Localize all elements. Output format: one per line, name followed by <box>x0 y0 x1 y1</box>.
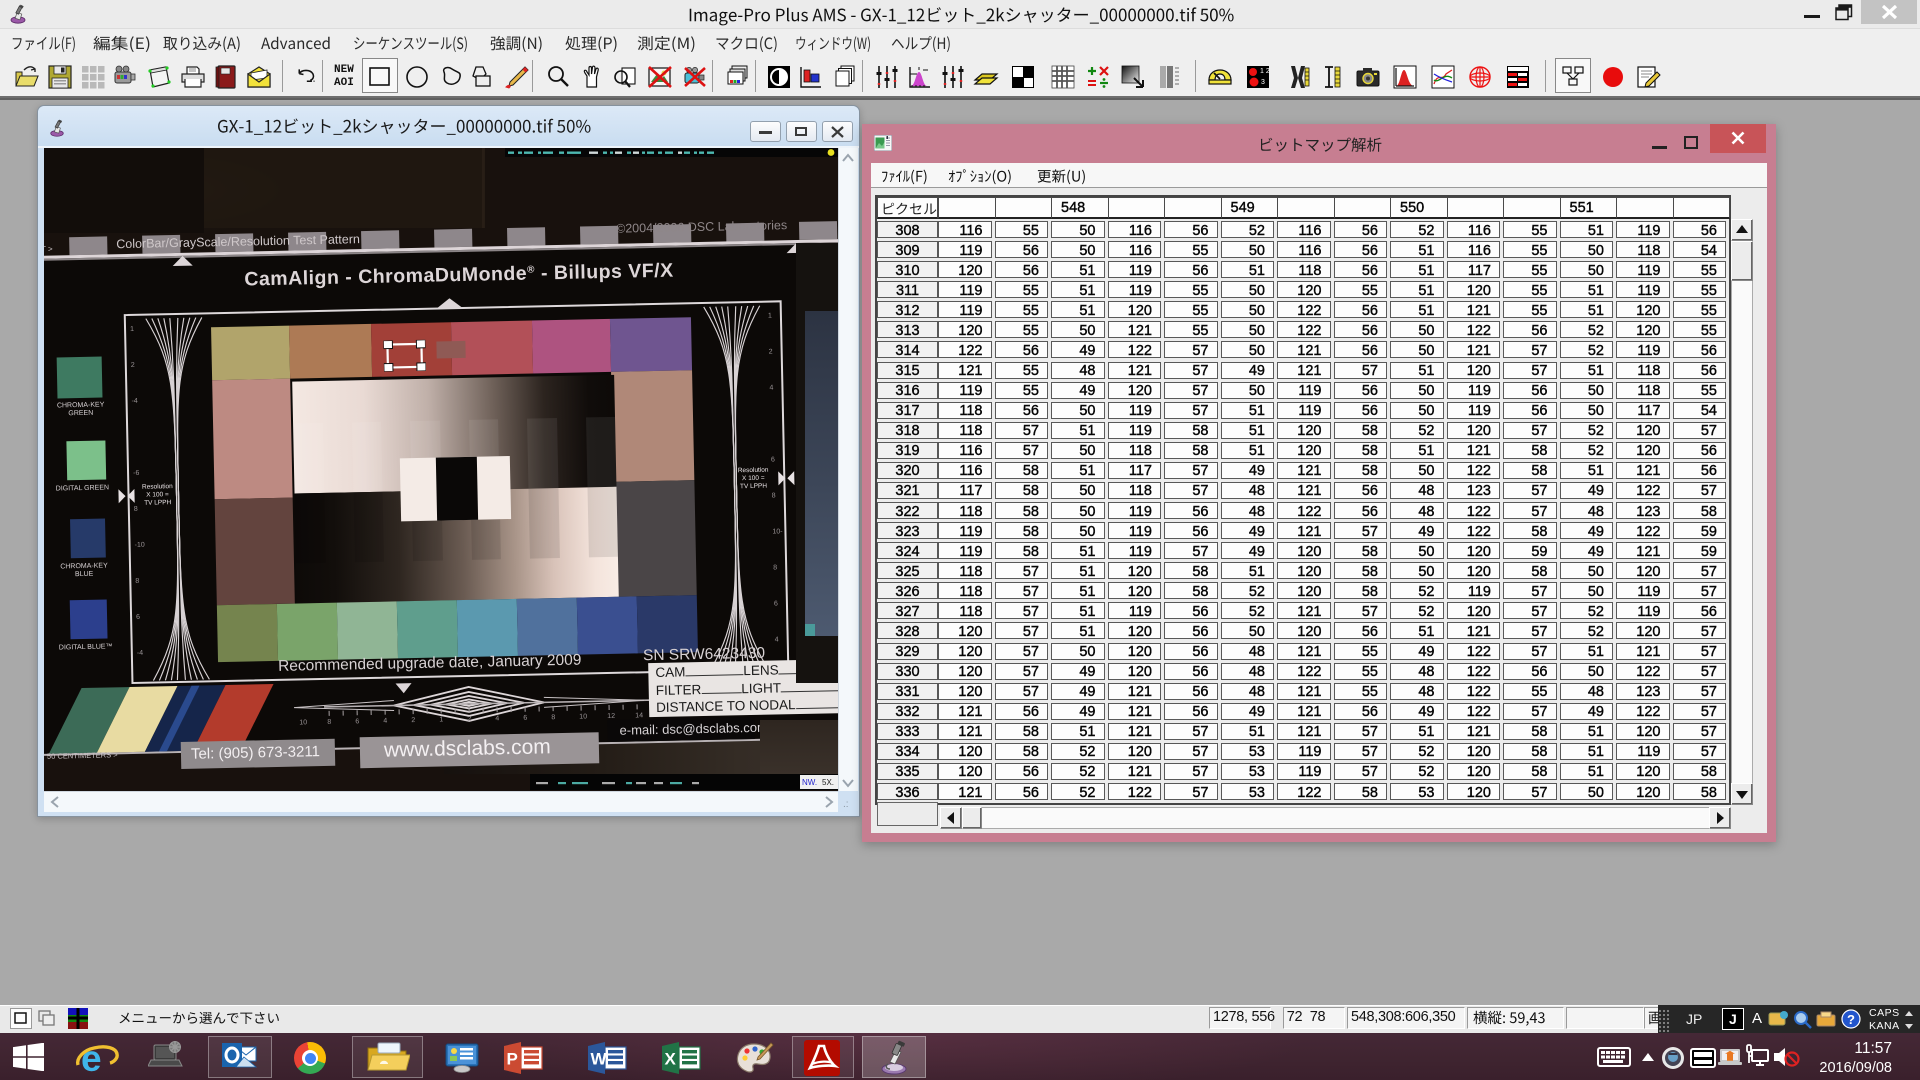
svg-text:P: P <box>507 1050 518 1069</box>
svg-text:W: W <box>591 1050 608 1069</box>
svg-text:NW.: NW. <box>802 778 817 787</box>
svg-text:3: 3 <box>1261 79 1265 86</box>
svg-text:5X.: 5X. <box>822 778 834 787</box>
svg-text:X: X <box>665 1050 677 1069</box>
svg-text:e: e <box>81 1038 102 1078</box>
svg-text:1 2: 1 2 <box>1260 68 1270 75</box>
svg-text:?: ? <box>1847 1012 1855 1027</box>
